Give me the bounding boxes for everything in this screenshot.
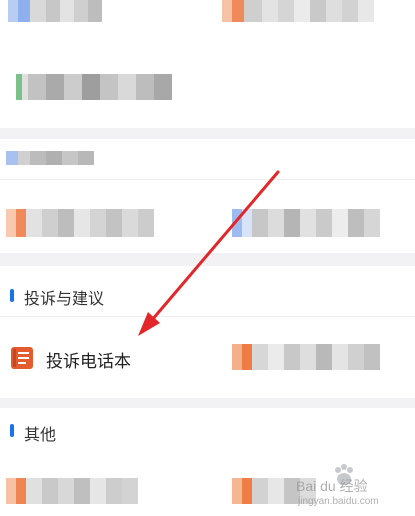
section-accent-bar bbox=[10, 289, 14, 302]
blurred-menu-item[interactable] bbox=[16, 74, 172, 100]
item-label: 投诉电话本 bbox=[46, 352, 131, 371]
section-title: 其他 bbox=[24, 427, 57, 444]
blurred-menu-item[interactable] bbox=[232, 209, 380, 237]
baidu-jingyan-watermark: Bai du 经验 jingyan.baidu.com bbox=[296, 462, 412, 512]
blurred-menu-item[interactable] bbox=[222, 0, 374, 22]
second-menu-card bbox=[0, 139, 415, 253]
notebook-icon bbox=[11, 347, 33, 369]
watermark-brand: Bai du 经验 bbox=[296, 478, 368, 494]
divider bbox=[0, 179, 415, 180]
blurred-section-title bbox=[6, 151, 94, 165]
section-header-other: 其他 bbox=[0, 408, 415, 454]
section-accent-bar bbox=[10, 424, 14, 437]
section-title: 投诉与建议 bbox=[24, 291, 105, 308]
blurred-menu-item[interactable] bbox=[6, 478, 138, 504]
divider bbox=[0, 316, 415, 317]
complaints-card: 投诉与建议 投诉电话本 bbox=[0, 266, 415, 398]
blurred-menu-item[interactable] bbox=[8, 0, 102, 22]
complaint-phonebook-item[interactable]: 投诉电话本 bbox=[0, 328, 210, 388]
top-menu-card bbox=[0, 0, 415, 128]
blurred-menu-item[interactable] bbox=[6, 209, 154, 237]
watermark-url: jingyan.baidu.com bbox=[298, 496, 379, 507]
blurred-menu-item[interactable] bbox=[232, 344, 380, 370]
